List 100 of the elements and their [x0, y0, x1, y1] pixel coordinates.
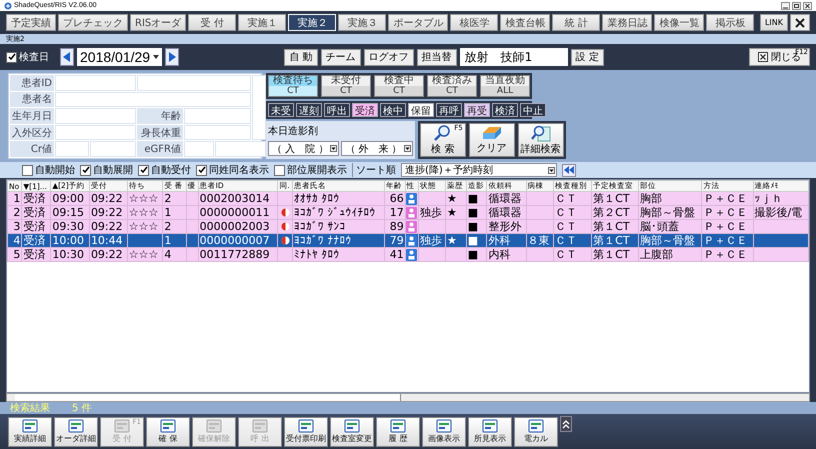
action-button[interactable]: 画像表示: [422, 416, 466, 446]
nav-tab[interactable]: ポータブル: [388, 14, 448, 31]
input-field[interactable]: [252, 75, 266, 140]
form-icon: [434, 419, 454, 433]
close-button[interactable]: [790, 14, 810, 31]
link-button[interactable]: LINK: [760, 14, 788, 31]
input-field[interactable]: [55, 92, 251, 108]
nav-tab[interactable]: 実施１: [238, 14, 286, 31]
contrast-dropdown[interactable]: （ 入 院 ）: [268, 141, 340, 156]
date-checkbox[interactable]: 検査日: [6, 50, 49, 64]
input-field[interactable]: [137, 75, 251, 91]
operator-field[interactable]: 放射 技師1: [460, 48, 568, 66]
progress-filter-button[interactable]: 受済: [352, 103, 378, 117]
input-field[interactable]: [184, 124, 251, 140]
nav-tab[interactable]: 掲示板: [706, 14, 754, 31]
option-checkbox[interactable]: 同姓同名表示: [196, 163, 269, 177]
progress-filter-button[interactable]: 再受: [464, 103, 490, 117]
search-action-button[interactable]: クリア: [468, 123, 515, 157]
progress-filter-button[interactable]: 中止: [520, 103, 546, 117]
status-filter-button[interactable]: 当直夜勤 ALL: [480, 75, 530, 97]
input-field[interactable]: [55, 141, 89, 157]
progress-filter-button[interactable]: 再呼: [436, 103, 462, 117]
toolbar-button[interactable]: ログオフ: [364, 48, 414, 66]
action-button[interactable]: 電カル: [514, 416, 558, 446]
previous-date-button[interactable]: [60, 48, 74, 66]
table-row[interactable]: 5 受済 10:30 09:22 ☆☆☆ 4 0011772889 ﾐﾅﾄﾔ ﾀﾛｳ 41 ■ 内科 ＣＴ 第１CT 上腹部 Ｐ＋ＣＥ: [8, 248, 808, 262]
form-icon: [158, 419, 178, 433]
form-icon: [204, 419, 224, 433]
input-field[interactable]: [55, 108, 136, 124]
toolbar-button[interactable]: 自 動: [284, 48, 318, 66]
status-filter-button[interactable]: 検査済み CT: [427, 75, 477, 97]
input-field[interactable]: [55, 124, 136, 140]
field-label: 患者名: [10, 92, 54, 108]
caret-icon: [548, 166, 555, 174]
search-action-button[interactable]: 詳細検索: [518, 123, 564, 157]
nav-tab[interactable]: プレチェック: [58, 14, 128, 31]
nav-tab[interactable]: RISオーダ: [130, 14, 186, 31]
maximize-icon[interactable]: [792, 2, 801, 10]
input-field[interactable]: [215, 141, 266, 157]
nav-tab[interactable]: 業務日誌: [602, 14, 652, 31]
progress-filter-button[interactable]: 保留: [408, 103, 434, 117]
table-row[interactable]: 4 受済 10:00 10:44 1 0000000007 ﾖｺｶﾞﾜ ﾅﾅﾛｳ 79 独歩 ★ ■ 外科 ８東 ＣＴ 第１CT 胸部～骨盤 Ｐ＋ＣＥ: [8, 234, 808, 248]
option-checkbox[interactable]: 自動展開: [80, 163, 133, 177]
minimize-icon[interactable]: [781, 2, 790, 10]
table-row[interactable]: 3 受済 09:30 09:22 ☆☆☆ 2 0000002003 ﾖｺｶﾞﾜ ｻﾝｺ 89 ■ 整形外 ＣＴ 第１CT 脳･頭蓋 Ｐ＋ＣＥ: [8, 220, 808, 234]
table-row[interactable]: 2 受済 09:15 09:22 ☆☆☆ 1 0000000011 ﾖｺｶﾞﾜ ｼﾞｭｳｲﾁﾛｳ 17 独歩 ★ ■ 循環器 ＣＴ 第２CT 胸部～骨盤 Ｐ＋ＣＥ 撮影後/電: [8, 206, 808, 220]
nav-tab[interactable]: 統 計: [552, 14, 600, 31]
input-field[interactable]: [55, 75, 136, 91]
action-button[interactable]: 確 保: [146, 416, 190, 446]
action-button[interactable]: 履 歴: [376, 416, 420, 446]
option-checkbox[interactable]: 自動開始: [22, 163, 75, 177]
caret-icon: [330, 145, 338, 152]
status-filter-button[interactable]: 検査待ち CT: [268, 75, 318, 97]
result-count: 5 件: [72, 402, 92, 415]
nav-tab[interactable]: 核医学: [450, 14, 498, 31]
progress-filter-button[interactable]: 未受: [268, 103, 294, 117]
collapse-button[interactable]: [560, 416, 572, 432]
input-field[interactable]: [184, 141, 214, 157]
input-field[interactable]: [184, 108, 251, 124]
option-checkbox[interactable]: 部位展開表示: [274, 163, 347, 177]
toolbar-button[interactable]: 担当替: [416, 48, 457, 66]
toolbar-button[interactable]: チーム: [320, 48, 361, 66]
action-button[interactable]: 所見表示: [468, 416, 512, 446]
eraser-icon: [480, 125, 503, 141]
table-cell: 41: [384, 248, 406, 262]
nav-tab[interactable]: 実施２: [288, 14, 336, 31]
scrollbar-thumb[interactable]: [15, 394, 401, 401]
progress-filter-button[interactable]: 検済: [492, 103, 518, 117]
contrast-dropdown[interactable]: （ 外 来 ）: [341, 141, 413, 156]
close-icon[interactable]: [803, 2, 812, 10]
rewind-button[interactable]: [562, 164, 576, 176]
progress-filter-button[interactable]: 遅刻: [296, 103, 322, 117]
form-icon: [66, 419, 86, 433]
input-field[interactable]: [90, 141, 136, 157]
date-field[interactable]: 2018/01/29: [77, 48, 162, 66]
action-button[interactable]: 実績詳細: [8, 416, 52, 446]
nav-tab[interactable]: 実施３: [338, 14, 386, 31]
form-icon: [250, 419, 270, 433]
field-label: 患者ID: [10, 75, 54, 91]
nav-tab[interactable]: 検像一覧: [654, 14, 704, 31]
nav-tab[interactable]: 検査台帳: [500, 14, 550, 31]
horizontal-scrollbar[interactable]: [6, 393, 810, 402]
nav-tab[interactable]: 受 付: [188, 14, 236, 31]
option-checkbox[interactable]: 自動受付: [138, 163, 191, 177]
status-filter-button[interactable]: 未受付 CT: [321, 75, 371, 97]
table-row[interactable]: 1 受済 09:00 09:22 ☆☆☆ 2 0002003014 ｵｵｻｶ ﾀﾛｳ 66 ★ ■ 循環器 ＣＴ 第１CT 胸部 Ｐ＋ＣＥ ｯｊｈ: [8, 192, 808, 206]
status-label: 検索結果: [10, 402, 50, 415]
field-label: 身長体重: [137, 124, 183, 140]
progress-filter-button[interactable]: 検中: [380, 103, 406, 117]
caret-icon: [404, 145, 411, 152]
action-button[interactable]: 検査室変更: [330, 416, 374, 446]
nav-tab[interactable]: 予定実績: [6, 14, 56, 31]
sort-dropdown[interactable]: 進捗(降)＋予約時刻: [401, 163, 557, 177]
progress-filter-button[interactable]: 呼出: [324, 103, 350, 117]
settings-button[interactable]: 設 定: [570, 48, 604, 66]
status-filter-button[interactable]: 検査中 CT: [374, 75, 424, 97]
next-date-button[interactable]: [165, 48, 180, 66]
action-button[interactable]: 受付票印刷: [284, 416, 328, 446]
form-icon: [296, 419, 316, 433]
action-button[interactable]: オーダ詳細: [54, 416, 98, 446]
